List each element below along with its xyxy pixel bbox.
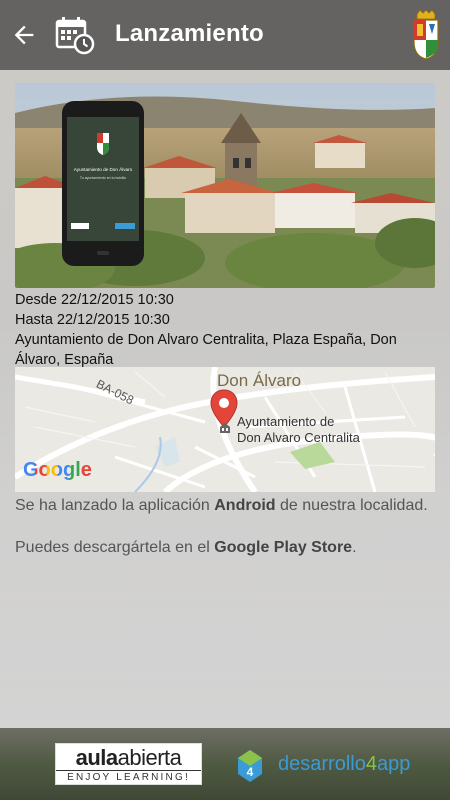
event-address: Ayuntamiento de Don Alvaro Centralita, P… (15, 332, 397, 368)
d4a-text-part3: app (376, 753, 411, 775)
aulaabierta-tagline: ENJOY LEARNING! (56, 770, 201, 783)
map-marker-label-line1: Ayuntamiento de (237, 414, 335, 429)
google-logo-text: Google (23, 459, 92, 481)
arrow-left-icon[interactable] (10, 21, 38, 49)
description-text: . (352, 539, 357, 556)
event-end-date: Hasta 22/12/2015 10:30 (15, 312, 170, 328)
d4a-text-part1: desarrollo (278, 753, 366, 775)
description-paragraph-2: Puedes descargártela en el Google Play S… (15, 537, 435, 558)
abierta-text: abierta (117, 745, 182, 770)
description-text: Puedes descargártela en el (15, 539, 215, 556)
map-town-label: Don Álvaro (217, 371, 302, 390)
town-landscape-image: Ayuntamiento de Don Álvaro Tu ayuntamien… (15, 83, 435, 288)
description-bold-text: Google Play Store (214, 539, 353, 556)
map-marker-label-line2: Don Alvaro Centralita (237, 430, 360, 445)
aula-text: aula (75, 745, 119, 770)
description-paragraph-1: Se ha lanzado la aplicación Android de n… (15, 495, 435, 516)
coat-of-arms-icon (413, 10, 439, 60)
location-map[interactable]: BA-058 Don Álvaro Ayuntamiento de Don Al… (15, 367, 435, 492)
description-bold-text: Android (214, 497, 276, 514)
event-start-date: Desde 22/12/2015 10:30 (15, 292, 174, 308)
aulaabierta-logo[interactable]: aulaabierta ENJOY LEARNING! (55, 743, 202, 785)
description-text: de nuestra localidad. (275, 497, 428, 514)
phone-screen-subtitle: Tu ayuntamiento en tu bolsillo (80, 176, 126, 180)
calendar-clock-icon (55, 17, 95, 55)
page-title: Lanzamiento (115, 20, 264, 47)
google-logo: Google (23, 459, 92, 482)
description-text: Se ha lanzado la aplicación (15, 497, 215, 514)
desarrollo4app-logo-icon[interactable]: 4 (230, 744, 272, 784)
d4a-logo-mark: 4 (247, 765, 254, 779)
building-icon (220, 423, 230, 433)
d4a-text-part2: 4 (365, 753, 377, 775)
app-bar: Lanzamiento (0, 0, 450, 70)
event-description: Se ha lanzado la aplicación Android de n… (15, 495, 435, 558)
aulaabierta-logo-text: aulaabierta (56, 745, 201, 771)
desarrollo4app-logo-text[interactable]: desarrollo4app (278, 753, 410, 776)
phone-screen-title: Ayuntamiento de Don Álvaro (74, 166, 133, 172)
event-image: Ayuntamiento de Don Álvaro Tu ayuntamien… (15, 83, 435, 288)
